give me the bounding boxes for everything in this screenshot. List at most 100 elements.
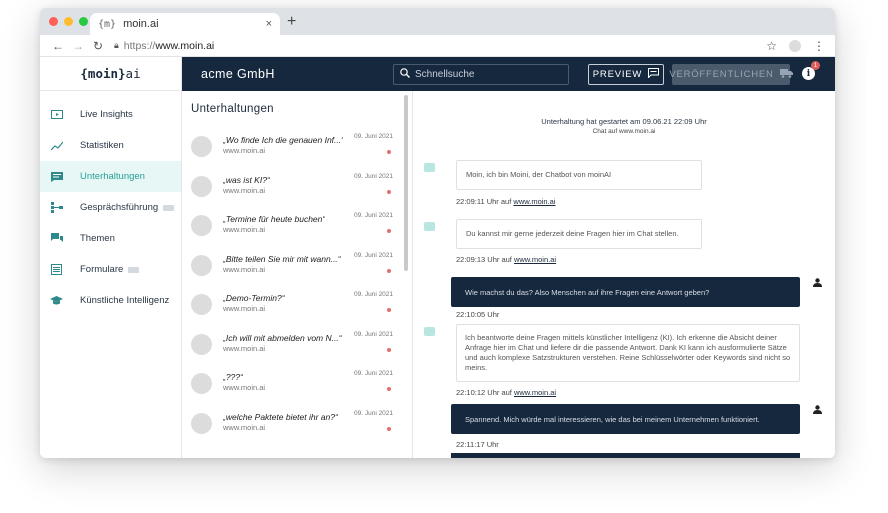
- bookmark-star-icon[interactable]: ☆: [766, 39, 777, 53]
- reload-icon[interactable]: ↻: [88, 39, 108, 53]
- form-icon: [50, 264, 63, 275]
- message-site-link[interactable]: www.moin.ai: [514, 255, 556, 264]
- chat-bubble-icon: [648, 68, 660, 81]
- conversation-source: www.moin.ai: [223, 422, 266, 432]
- message-site-link[interactable]: www.moin.ai: [514, 388, 556, 397]
- browser-window: {m} moin.ai × + ← → ↻ 🔒︎ https://www.moi…: [40, 8, 835, 458]
- chat-start-info: Unterhaltung hat gestartet am 09.06.21 2…: [541, 117, 707, 126]
- conversation-item[interactable]: „Ich will mit abmelden vom N...“ www.moi…: [182, 325, 412, 365]
- conversation-question: „???“: [223, 372, 243, 382]
- conversation-item[interactable]: „???“ www.moin.ai 09. Juni 2021: [182, 364, 412, 404]
- browser-tabbar: {m} moin.ai × +: [40, 8, 835, 35]
- message-time: 22:09:13 Uhr auf: [456, 255, 512, 264]
- sidebar-item-statistiken[interactable]: Statistiken: [40, 130, 181, 161]
- profile-avatar[interactable]: [789, 39, 801, 52]
- conversation-item[interactable]: „Termine für heute buchen“ www.moin.ai 0…: [182, 206, 412, 246]
- sidebar-item-live-insights[interactable]: Live Insights: [40, 99, 181, 130]
- sidebar-item-label: Unterhaltungen: [80, 171, 145, 182]
- user-icon: [813, 405, 822, 414]
- conversation-question: „Termine für heute buchen“: [223, 214, 326, 224]
- conversations-title: Unterhaltungen: [191, 103, 274, 115]
- new-tab-button[interactable]: +: [287, 13, 296, 31]
- message-time: 22:10:05 Uhr: [456, 310, 500, 319]
- url-prefix: https://: [123, 39, 156, 52]
- url-field[interactable]: 🔒︎ https://www.moin.ai: [114, 40, 214, 52]
- conversation-item[interactable]: „Demo-Termin?“ www.moin.ai 09. Juni 2021: [182, 285, 412, 325]
- address-bar: ← → ↻ 🔒︎ https://www.moin.ai ☆ ⋮: [40, 35, 835, 57]
- sidebar-item-kuenstliche-intelligenz[interactable]: Künstliche Intelligenz: [40, 285, 181, 316]
- moin-logo: {moin} ai: [40, 57, 181, 91]
- message-meta: 22:09:11 Uhr auf www.moin.ai: [456, 197, 556, 206]
- conversation-item[interactable]: „welche Paktete bietet ihr an?“ www.moin…: [182, 404, 412, 444]
- chat-icon: [50, 171, 63, 182]
- conversation-date: 09. Juni 2021: [354, 212, 394, 219]
- conversation-item[interactable]: „was ist KI?“ www.moin.ai 09. Juni 2021: [182, 167, 412, 207]
- maximize-window-button[interactable]: [79, 17, 88, 26]
- company-name: acme GmbH: [201, 67, 275, 81]
- back-icon[interactable]: ←: [48, 39, 68, 53]
- minimize-window-button[interactable]: [64, 17, 73, 26]
- sidebar-item-unterhaltungen[interactable]: Unterhaltungen: [40, 161, 181, 192]
- unread-dot: [387, 387, 391, 391]
- bot-icon: [424, 327, 435, 336]
- app-topbar: acme GmbH Schnellsuche PREVIEW VERÖFFENT…: [182, 57, 835, 91]
- publish-label: VERÖFFENTLICHEN: [669, 69, 774, 80]
- message-time: 22:10:12 Uhr auf: [456, 388, 512, 397]
- lock-icon: 🔒︎: [114, 40, 119, 50]
- avatar: [191, 333, 212, 355]
- avatar: [191, 136, 212, 157]
- chat-header: Unterhaltung hat gestartet am 09.06.21 2…: [413, 117, 835, 135]
- browser-tab[interactable]: {m} moin.ai ×: [90, 13, 280, 35]
- conversation-source: www.moin.ai: [223, 264, 266, 274]
- forward-icon[interactable]: →: [68, 39, 88, 53]
- conversation-question: „was ist KI?“: [223, 174, 270, 185]
- conversation-source: www.moin.ai: [223, 225, 266, 234]
- unread-dot: [387, 308, 391, 312]
- message-site-link[interactable]: www.moin.ai: [513, 197, 555, 206]
- close-window-button[interactable]: [49, 17, 58, 26]
- avatar: [191, 294, 212, 315]
- conversation-source: www.moin.ai: [223, 146, 266, 155]
- sidebar-item-label: Formulare: [80, 264, 124, 275]
- preview-label: PREVIEW: [592, 69, 643, 80]
- message-time: 22:11:17 Uhr: [456, 440, 499, 449]
- flow-icon: [50, 202, 63, 213]
- message-meta: 22:10:12 Uhr auf www.moin.ai: [456, 388, 556, 397]
- conversation-date: 09. Juni 2021: [354, 330, 394, 338]
- conversation-question: „Demo-Termin?“: [223, 293, 285, 303]
- sidebar-item-label: Gesprächsführung: [80, 202, 159, 213]
- tab-title: moin.ai: [123, 18, 159, 30]
- avatar: [191, 215, 212, 236]
- chat-panel: Unterhaltung hat gestartet am 09.06.21 2…: [413, 91, 835, 458]
- favicon-icon: {m}: [98, 18, 117, 30]
- sidebar-item-label: Statistiken: [80, 140, 124, 151]
- chat-channel-info: Chat auf www.moin.ai: [592, 128, 656, 135]
- tab-close-icon[interactable]: ×: [266, 18, 272, 30]
- conversation-item[interactable]: „Wo finde Ich die genauen Inf...“ www.mo…: [182, 127, 412, 167]
- bot-message: Ich beantworte deine Fragen mittels küns…: [456, 324, 800, 382]
- conversation-item[interactable]: „Bitte teilen Sie mir mit wann...“ www.m…: [182, 246, 412, 286]
- conversation-date: 09. Juni 2021: [354, 172, 394, 180]
- trend-icon: [50, 140, 63, 151]
- bot-icon: [424, 222, 435, 231]
- search-input[interactable]: Schnellsuche: [393, 64, 569, 85]
- user-message: Wie machst du das? Also Menschen auf ihr…: [451, 277, 800, 307]
- browser-menu-icon[interactable]: ⋮: [813, 39, 825, 53]
- truck-icon: [779, 68, 793, 81]
- message-time: 22:09:11 Uhr auf: [456, 197, 512, 206]
- topics-icon: [50, 233, 63, 244]
- sidebar-item-gespraechsfuehrung[interactable]: Gesprächsführung: [40, 192, 181, 223]
- publish-button[interactable]: VERÖFFENTLICHEN: [669, 64, 793, 85]
- unread-dot: [387, 150, 391, 154]
- sidebar-item-formulare[interactable]: Formulare: [40, 254, 181, 285]
- conversation-date: 09. Juni 2021: [354, 251, 394, 259]
- conversation-date: 09. Juni 2021: [354, 133, 394, 140]
- conversation-date: 09. Juni 2021: [354, 409, 394, 417]
- bot-message: Moin, ich bin Moini, der Chatbot von moi…: [456, 160, 702, 190]
- preview-button[interactable]: PREVIEW: [588, 64, 664, 85]
- conversation-source: www.moin.ai: [223, 343, 266, 353]
- conversation-question: „Wo finde Ich die genauen Inf...“: [223, 135, 343, 145]
- conversations-panel: Unterhaltungen „Wo finde Ich die genauen…: [182, 91, 413, 458]
- sidebar-item-themen[interactable]: Themen: [40, 223, 181, 254]
- bot-icon: [424, 163, 435, 172]
